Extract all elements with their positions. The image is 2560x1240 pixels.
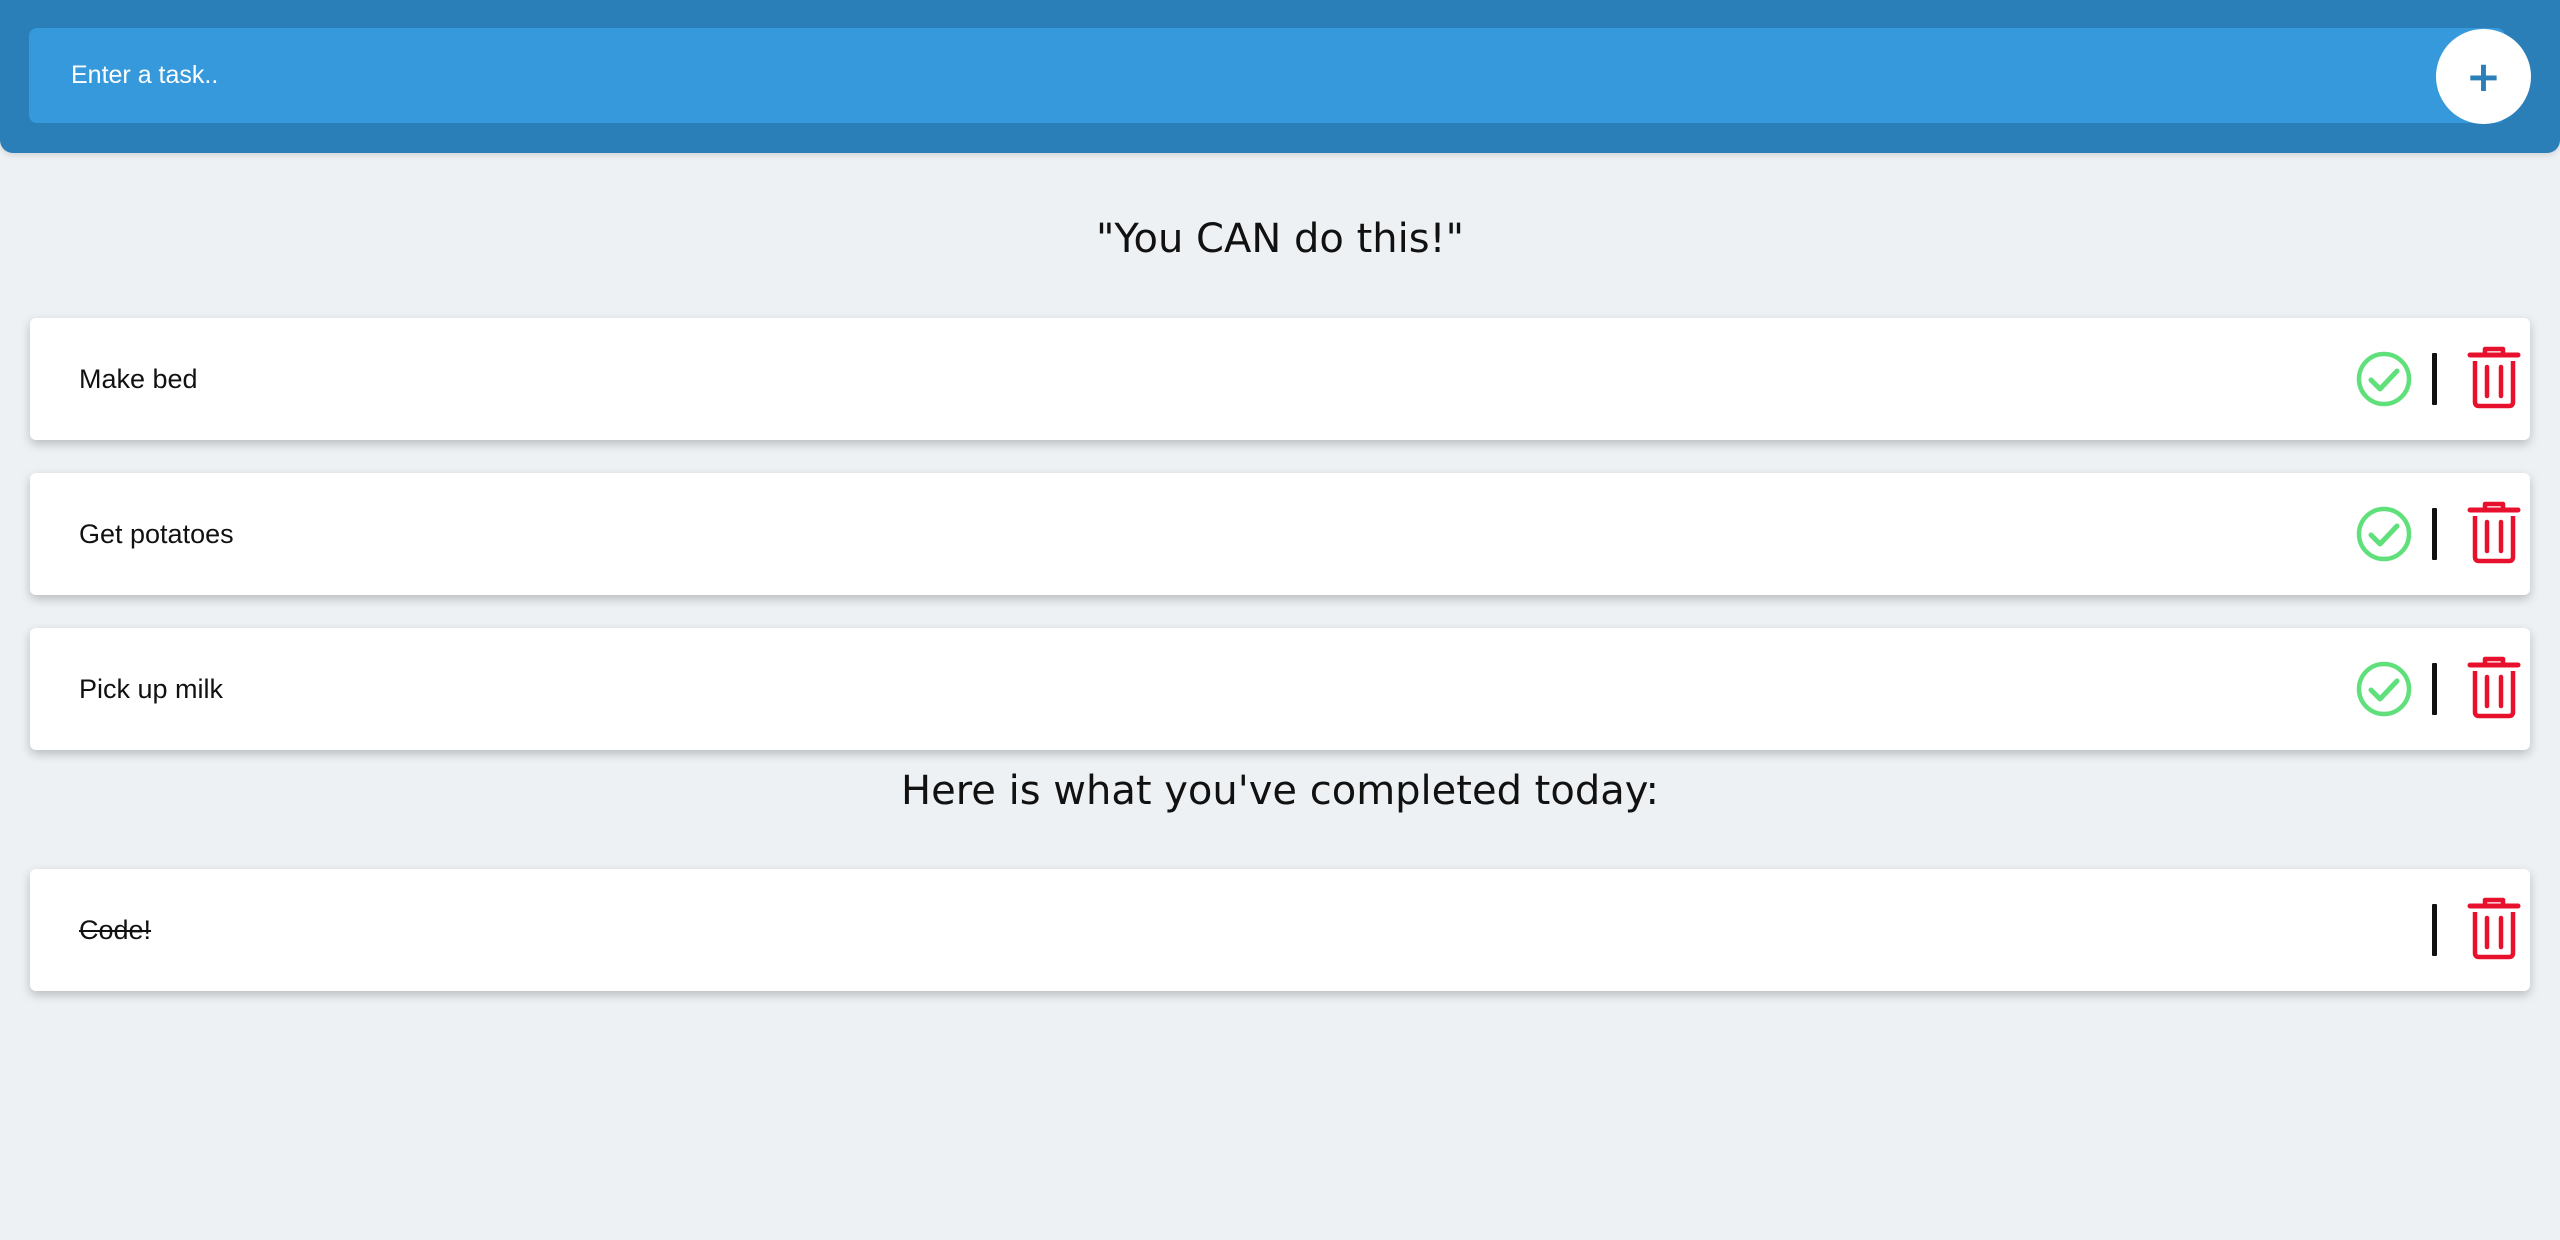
- add-task-button[interactable]: +: [2436, 29, 2531, 124]
- trash-icon[interactable]: [2464, 896, 2524, 960]
- action-divider: [2432, 353, 2437, 405]
- action-divider: [2432, 904, 2437, 956]
- completed-task-item: Code!: [30, 869, 2530, 991]
- trash-icon[interactable]: [2464, 655, 2524, 719]
- completed-heading: Here is what you've completed today:: [901, 768, 1659, 814]
- task-label: Make bed: [79, 364, 198, 394]
- task-item: Get potatoes: [30, 473, 2530, 595]
- header-bar: +: [0, 0, 2560, 153]
- task-label: Get potatoes: [79, 519, 234, 549]
- action-divider: [2432, 508, 2437, 560]
- motivational-quote: "You CAN do this!": [1096, 216, 1464, 262]
- trash-icon[interactable]: [2464, 500, 2524, 564]
- check-circle-icon[interactable]: [2355, 660, 2413, 718]
- task-item: Pick up milk: [30, 628, 2530, 750]
- trash-icon[interactable]: [2464, 345, 2524, 409]
- task-item: Make bed: [30, 318, 2530, 440]
- action-divider: [2432, 663, 2437, 715]
- completed-task-label: Code!: [79, 915, 152, 945]
- check-circle-icon[interactable]: [2355, 350, 2413, 408]
- task-input[interactable]: [29, 28, 2505, 123]
- check-circle-icon[interactable]: [2355, 505, 2413, 563]
- task-label: Pick up milk: [79, 674, 224, 704]
